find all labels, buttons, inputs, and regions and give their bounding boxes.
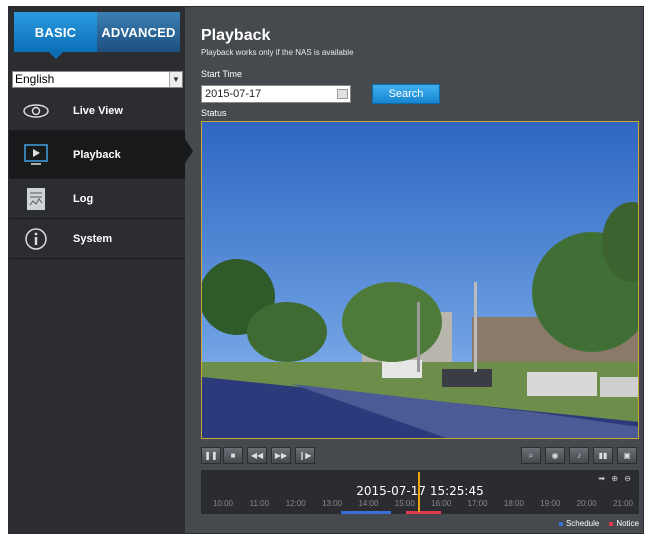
- stop-icon[interactable]: ■: [223, 447, 243, 464]
- export-icon[interactable]: ➡: [598, 474, 607, 483]
- timeline-hour-label: 11:00: [249, 499, 270, 508]
- page-title: Playback: [201, 27, 271, 44]
- status-label: Status: [201, 108, 227, 118]
- zoom-icon[interactable]: ⌕: [521, 447, 541, 464]
- step-forward-icon[interactable]: ❙▶: [295, 447, 315, 464]
- timeline-cursor[interactable]: [418, 472, 420, 512]
- video-frame-image: [202, 122, 638, 438]
- mode-tabs: BASIC ADVANCED: [14, 12, 180, 59]
- timeline-hour-label: 10:00: [212, 499, 234, 508]
- search-button[interactable]: Search: [372, 84, 440, 104]
- timeline-hours: 10:00 11:00 12:00 13:00 14:00 15:00 16:00 17:00…: [201, 499, 639, 509]
- timeline-legend: Schedule Notice: [558, 519, 639, 528]
- language-select[interactable]: English ▼: [12, 71, 183, 88]
- timeline-hour-label: 17:00: [467, 499, 488, 508]
- notice-dot-icon: [609, 521, 614, 526]
- legend-schedule: Schedule: [558, 519, 599, 528]
- sidebar-item-label: Live View: [73, 104, 123, 117]
- sidebar-item-label: Playback: [73, 148, 121, 161]
- sidebar-item-log[interactable]: Log: [9, 179, 185, 219]
- sidebar-item-system[interactable]: System: [9, 219, 185, 259]
- timeline-hour-label: 15:00: [394, 499, 415, 508]
- timeline[interactable]: ➡ ⊕ ⊖ 2015-07-17 15:25:45 10:00 11:00 12:0…: [201, 470, 639, 514]
- main-panel: Playback Playback works only if the NAS …: [185, 7, 643, 533]
- sidebar-item-label: Log: [73, 192, 94, 205]
- timeline-hour-label: 14:00: [358, 499, 379, 508]
- fast-forward-icon[interactable]: ▶▶: [271, 447, 291, 464]
- timeline-hour-label: 16:00: [431, 499, 452, 508]
- schedule-dot-icon: [558, 521, 563, 526]
- zoom-in-icon[interactable]: ⊕: [611, 474, 620, 483]
- snapshot-icon[interactable]: ◉: [545, 447, 565, 464]
- app-window: BASIC ADVANCED English ▼ Live View Playb…: [8, 6, 644, 534]
- notice-recording-segment[interactable]: [406, 511, 441, 514]
- eye-icon: [21, 98, 51, 124]
- sidebar: BASIC ADVANCED English ▼ Live View Playb…: [9, 7, 193, 533]
- tab-basic[interactable]: BASIC: [14, 12, 97, 59]
- legend-notice: Notice: [609, 519, 639, 528]
- tab-advanced[interactable]: ADVANCED: [97, 12, 180, 52]
- timeline-hour-label: 13:00: [322, 499, 343, 508]
- page-subtitle: Playback works only if the NAS is availa…: [201, 48, 354, 57]
- sidebar-item-playback[interactable]: Playback: [9, 131, 193, 179]
- start-time-label: Start Time: [201, 69, 243, 79]
- schedule-recording-segment[interactable]: [341, 511, 391, 514]
- sidebar-item-label: System: [73, 232, 113, 245]
- language-value: English: [15, 72, 55, 86]
- start-date-input[interactable]: 2015-07-17: [201, 85, 351, 103]
- calendar-icon[interactable]: [337, 89, 348, 99]
- pause-icon[interactable]: ❚❚: [201, 447, 221, 464]
- playback-video[interactable]: [201, 121, 639, 439]
- audio-icon[interactable]: ♪: [569, 447, 589, 464]
- timeline-hour-label: 18:00: [503, 499, 524, 508]
- monitor-icon: [21, 142, 51, 168]
- start-date-value: 2015-07-17: [205, 88, 262, 100]
- zoom-out-icon[interactable]: ⊖: [624, 474, 633, 483]
- sidebar-item-live-view[interactable]: Live View: [9, 91, 185, 131]
- timeline-hour-label: 19:00: [540, 499, 561, 508]
- timeline-hour-label: 20:00: [576, 499, 597, 508]
- signal-icon[interactable]: ▮▮: [593, 447, 613, 464]
- timeline-hour-label: 12:00: [285, 499, 306, 508]
- playback-controls: ❚❚ ■ ◀◀ ▶▶ ❙▶ ⌕ ◉ ♪ ▮▮ ▣: [201, 445, 639, 467]
- info-icon: [21, 226, 51, 252]
- rewind-icon[interactable]: ◀◀: [247, 447, 267, 464]
- timeline-tools: ➡ ⊕ ⊖: [598, 474, 633, 483]
- fullscreen-icon[interactable]: ▣: [617, 447, 637, 464]
- document-icon: [21, 186, 51, 212]
- timeline-hour-label: 21:00: [612, 499, 634, 508]
- timeline-current-time: 2015-07-17 15:25:45: [356, 484, 484, 498]
- chevron-down-icon[interactable]: ▼: [169, 72, 182, 87]
